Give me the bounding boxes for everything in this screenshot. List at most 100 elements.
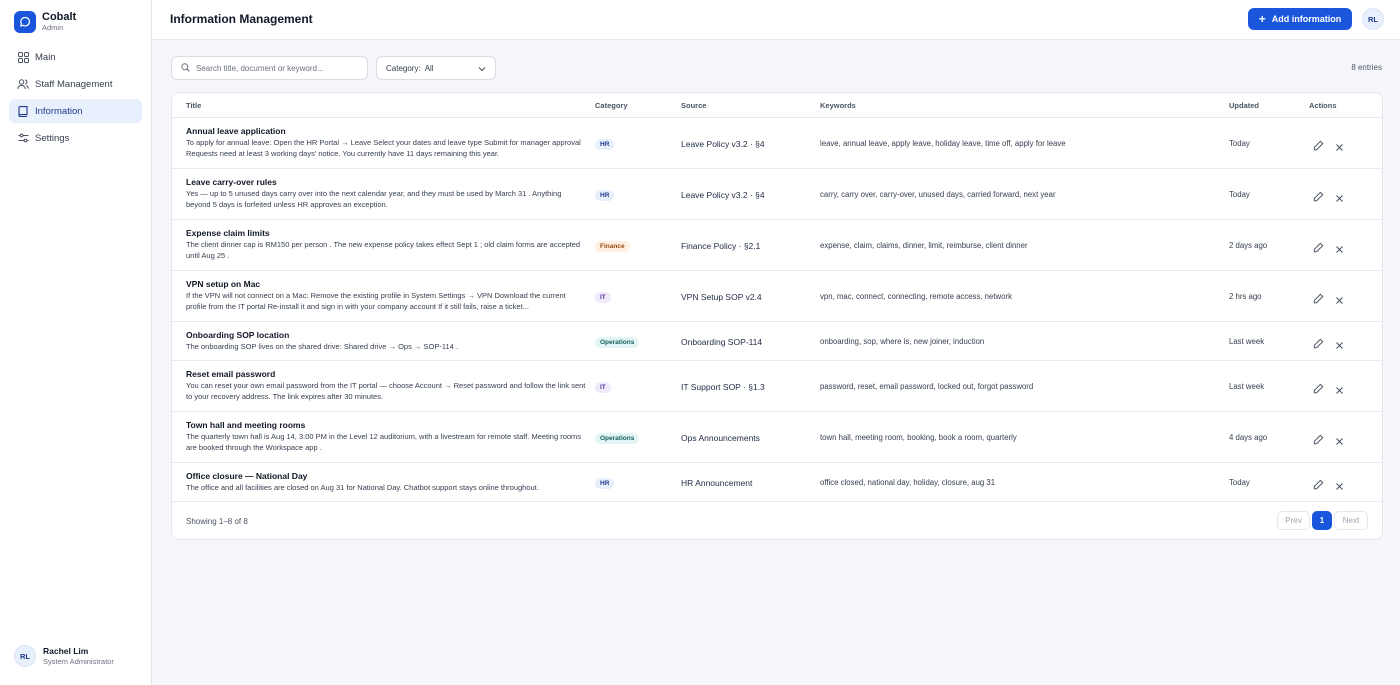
sidebar-item-settings[interactable]: Settings xyxy=(9,126,142,150)
table-row[interactable]: Town hall and meeting rooms The quarterly… xyxy=(172,412,1382,463)
table-row[interactable]: Annual leave application To apply for ann… xyxy=(172,118,1382,169)
row-description: The quarterly town hall is Aug 14, 3:00 … xyxy=(186,432,582,452)
sidebar-item-staff-management[interactable]: Staff Management xyxy=(9,72,142,96)
row-title[interactable]: Reset email password xyxy=(186,369,275,379)
header-avatar[interactable]: RL xyxy=(1362,8,1384,30)
row-source: Ops Announcements xyxy=(681,432,760,443)
column-title[interactable]: Title xyxy=(186,101,201,110)
information-table: Title Category Source Keywords Updated A… xyxy=(171,92,1383,540)
user-profile[interactable]: RL Rachel Lim System Administrator xyxy=(14,645,114,667)
column-actions: Actions xyxy=(1309,101,1337,110)
edit-icon[interactable] xyxy=(1313,189,1325,201)
category-value: All xyxy=(424,63,434,73)
chevron-down-icon xyxy=(478,65,486,74)
sidebar-nav: Main Staff Management Information Settin… xyxy=(9,45,142,153)
edit-icon[interactable] xyxy=(1313,336,1325,348)
add-information-label: Add information xyxy=(1271,14,1342,24)
column-keywords[interactable]: Keywords xyxy=(820,101,856,110)
category-badge: Operations xyxy=(595,336,640,348)
row-updated: Today xyxy=(1229,189,1250,199)
column-updated[interactable]: Updated xyxy=(1229,101,1259,110)
chat-bubble-icon xyxy=(14,11,36,33)
row-keywords: carry, carry over, carry-over, unused da… xyxy=(820,189,1056,199)
brand-name: Cobalt xyxy=(42,11,77,23)
row-updated: 4 days ago xyxy=(1229,432,1268,442)
edit-icon[interactable] xyxy=(1313,432,1325,444)
row-title[interactable]: VPN setup on Mac xyxy=(186,279,260,289)
search-input[interactable] xyxy=(196,63,356,73)
page-1-button[interactable]: 1 xyxy=(1312,511,1332,530)
pagination-summary: Showing 1–8 of 8 xyxy=(186,517,248,526)
edit-icon[interactable] xyxy=(1313,291,1325,303)
row-keywords: onboarding, sop, where is, new joiner, i… xyxy=(820,336,985,346)
row-source: VPN Setup SOP v2.4 xyxy=(681,291,762,302)
category-badge: IT xyxy=(595,381,611,393)
brand-role: Admin xyxy=(42,23,64,32)
grid-icon xyxy=(17,51,29,63)
brand[interactable]: Cobalt Admin xyxy=(14,11,76,33)
user-role: System Administrator xyxy=(43,656,114,666)
delete-icon[interactable] xyxy=(1335,433,1347,445)
row-description: To apply for annual leave: Open the HR P… xyxy=(186,138,581,158)
sidebar-item-information[interactable]: Information xyxy=(9,99,142,123)
category-badge: HR xyxy=(595,477,615,489)
category-badge: HR xyxy=(595,189,615,201)
search-box xyxy=(171,56,368,80)
delete-icon[interactable] xyxy=(1335,337,1347,349)
add-information-button[interactable]: + Add information xyxy=(1248,8,1352,30)
sidebar-item-label: Settings xyxy=(35,132,70,144)
edit-icon[interactable] xyxy=(1313,381,1325,393)
edit-icon[interactable] xyxy=(1313,138,1325,150)
table-row[interactable]: VPN setup on Mac If the VPN will not conn… xyxy=(172,271,1382,322)
row-title[interactable]: Leave carry-over rules xyxy=(186,177,277,187)
table-row[interactable]: Leave carry-over rules Yes — up to 5 unus… xyxy=(172,169,1382,220)
row-source: IT Support SOP · §1.3 xyxy=(681,381,765,392)
row-keywords: leave, annual leave, apply leave, holida… xyxy=(820,138,1066,148)
column-category[interactable]: Category xyxy=(595,101,628,110)
prev-page-button[interactable]: Prev xyxy=(1277,511,1310,530)
row-description: The onboarding SOP lives on the shared d… xyxy=(186,342,458,351)
page-title: Information Management xyxy=(170,12,313,26)
row-title[interactable]: Annual leave application xyxy=(186,126,286,136)
row-title[interactable]: Expense claim limits xyxy=(186,228,270,238)
entries-count: 8 entries xyxy=(1351,63,1382,72)
sliders-icon xyxy=(17,132,29,144)
category-select[interactable]: Category: All xyxy=(376,56,496,80)
row-title[interactable]: Onboarding SOP location xyxy=(186,330,289,340)
category-label: Category: xyxy=(386,63,421,73)
users-icon xyxy=(17,78,29,90)
delete-icon[interactable] xyxy=(1335,190,1347,202)
sidebar-item-label: Main xyxy=(35,51,56,63)
sidebar-item-label: Information xyxy=(35,105,83,117)
book-icon xyxy=(17,105,29,117)
delete-icon[interactable] xyxy=(1335,478,1347,490)
column-source[interactable]: Source xyxy=(681,101,706,110)
row-description: The office and all facilities are closed… xyxy=(186,483,539,492)
row-keywords: office closed, national day, holiday, cl… xyxy=(820,477,996,487)
delete-icon[interactable] xyxy=(1335,139,1347,151)
top-header: Information Management + Add information… xyxy=(152,0,1400,40)
row-source: Leave Policy v3.2 · §4 xyxy=(681,138,765,149)
delete-icon[interactable] xyxy=(1335,382,1347,394)
table-row[interactable]: Onboarding SOP location The onboarding SO… xyxy=(172,322,1382,361)
search-icon xyxy=(181,59,190,77)
delete-icon[interactable] xyxy=(1335,241,1347,253)
edit-icon[interactable] xyxy=(1313,240,1325,252)
table-row[interactable]: Expense claim limits The client dinner ca… xyxy=(172,220,1382,271)
row-source: HR Announcement xyxy=(681,477,753,488)
category-badge: Finance xyxy=(595,240,630,252)
table-row[interactable]: Office closure — National Day The office … xyxy=(172,463,1382,502)
row-title[interactable]: Town hall and meeting rooms xyxy=(186,420,305,430)
avatar: RL xyxy=(14,645,36,667)
next-page-button[interactable]: Next xyxy=(1334,511,1368,530)
row-updated: Last week xyxy=(1229,381,1265,391)
row-keywords: expense, claim, claims, dinner, limit, r… xyxy=(820,240,1028,250)
edit-icon[interactable] xyxy=(1313,477,1325,489)
row-updated: 2 hrs ago xyxy=(1229,291,1262,301)
table-row[interactable]: Reset email password You can reset your o… xyxy=(172,361,1382,412)
delete-icon[interactable] xyxy=(1335,292,1347,304)
table-header: Title Category Source Keywords Updated A… xyxy=(172,93,1382,118)
sidebar-item-main[interactable]: Main xyxy=(9,45,142,69)
row-source: Onboarding SOP-114 xyxy=(681,336,763,347)
row-title[interactable]: Office closure — National Day xyxy=(186,471,307,481)
